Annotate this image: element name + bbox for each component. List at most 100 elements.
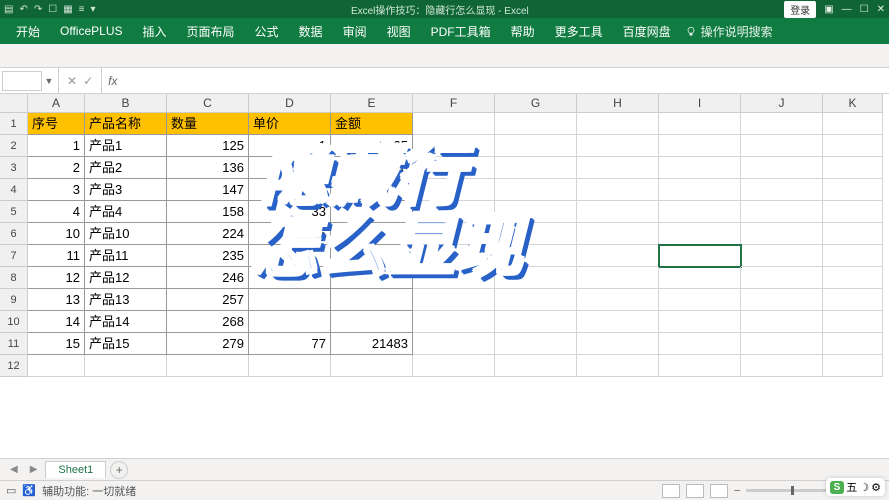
cell[interactable]	[577, 333, 659, 355]
cell[interactable]	[741, 223, 823, 245]
cell[interactable]	[659, 355, 741, 377]
cell[interactable]	[331, 245, 413, 267]
ribbon-tab-baidu[interactable]: 百度网盘	[613, 19, 681, 44]
cell[interactable]	[249, 311, 331, 333]
cell[interactable]	[413, 333, 495, 355]
minimize-icon[interactable]: —	[842, 4, 852, 15]
zoom-slider[interactable]	[746, 489, 836, 492]
sheet-nav-next-icon[interactable]: ▶	[26, 464, 42, 475]
save-icon[interactable]: ▤	[4, 4, 13, 15]
ribbon-display-icon[interactable]: ▣	[824, 4, 833, 15]
ribbon-tab-home[interactable]: 开始	[6, 19, 50, 44]
cell[interactable]	[741, 135, 823, 157]
cell[interactable]	[823, 289, 883, 311]
cell[interactable]	[659, 223, 741, 245]
cell[interactable]	[85, 355, 167, 377]
cell[interactable]	[495, 311, 577, 333]
header-cell[interactable]: 单价	[249, 113, 331, 135]
cell[interactable]	[495, 179, 577, 201]
cell[interactable]	[659, 135, 741, 157]
zoom-out-icon[interactable]: −	[734, 485, 740, 497]
ribbon-tab-help[interactable]: 帮助	[501, 19, 545, 44]
cell[interactable]: 11	[28, 245, 85, 267]
col-header[interactable]: I	[659, 94, 741, 113]
cell[interactable]	[577, 223, 659, 245]
cell[interactable]: 235	[167, 245, 249, 267]
cell[interactable]	[577, 267, 659, 289]
cell[interactable]	[167, 355, 249, 377]
ribbon-tab-view[interactable]: 视图	[377, 19, 421, 44]
cell[interactable]	[659, 179, 741, 201]
cell[interactable]	[413, 179, 495, 201]
cell[interactable]: 13	[28, 289, 85, 311]
cell[interactable]	[577, 135, 659, 157]
header-cell[interactable]: 产品名称	[85, 113, 167, 135]
cell[interactable]	[823, 157, 883, 179]
ribbon-tab-layout[interactable]: 页面布局	[177, 19, 245, 44]
name-box[interactable]	[2, 71, 42, 91]
cell[interactable]	[577, 245, 659, 267]
page-break-view-icon[interactable]	[710, 484, 728, 498]
cell[interactable]	[495, 267, 577, 289]
row-header[interactable]: 8	[0, 267, 28, 289]
cell[interactable]	[331, 201, 413, 223]
print-icon[interactable]: ▦	[63, 4, 72, 15]
cell[interactable]	[577, 201, 659, 223]
col-header[interactable]: J	[741, 94, 823, 113]
cell[interactable]	[659, 289, 741, 311]
cell[interactable]	[577, 157, 659, 179]
cell[interactable]	[413, 113, 495, 135]
col-header[interactable]: E	[331, 94, 413, 113]
ribbon-tab-data[interactable]: 数据	[289, 19, 333, 44]
touch-icon[interactable]: ☐	[48, 4, 57, 15]
add-sheet-button[interactable]: +	[110, 461, 128, 479]
cell[interactable]: 5	[249, 223, 331, 245]
cell[interactable]: 25	[249, 157, 331, 179]
cell[interactable]: 产品11	[85, 245, 167, 267]
row-header[interactable]: 10	[0, 311, 28, 333]
cell[interactable]	[331, 267, 413, 289]
sheet-nav-prev-icon[interactable]: ◀	[6, 464, 22, 475]
cell[interactable]: 246	[167, 267, 249, 289]
cell[interactable]	[413, 311, 495, 333]
cell[interactable]	[577, 113, 659, 135]
cell[interactable]: 3400	[331, 157, 413, 179]
cell[interactable]	[741, 245, 823, 267]
cell[interactable]	[823, 113, 883, 135]
tell-me[interactable]: 操作说明搜索	[685, 23, 773, 40]
header-cell[interactable]: 序号	[28, 113, 85, 135]
cell[interactable]	[413, 201, 495, 223]
cell[interactable]	[823, 333, 883, 355]
select-all-corner[interactable]	[0, 94, 28, 113]
cell[interactable]	[495, 113, 577, 135]
close-icon[interactable]: ✕	[877, 4, 885, 15]
cell[interactable]	[495, 289, 577, 311]
name-box-dropdown-icon[interactable]: ▼	[42, 76, 56, 86]
cell[interactable]: 产品15	[85, 333, 167, 355]
cell[interactable]: 21	[249, 135, 331, 157]
cell[interactable]	[495, 157, 577, 179]
cell[interactable]: 224	[167, 223, 249, 245]
row-header[interactable]: 7	[0, 245, 28, 267]
cell[interactable]: 15	[28, 333, 85, 355]
cell[interactable]: 21483	[331, 333, 413, 355]
cell[interactable]: 2625	[331, 135, 413, 157]
cell[interactable]: 12	[28, 267, 85, 289]
accessibility-icon[interactable]: ♿	[22, 484, 36, 497]
cell[interactable]	[249, 289, 331, 311]
cell[interactable]	[495, 201, 577, 223]
col-header[interactable]: G	[495, 94, 577, 113]
cell[interactable]: 147	[167, 179, 249, 201]
cell[interactable]: 1	[28, 135, 85, 157]
cell[interactable]	[823, 245, 883, 267]
ribbon-tab-review[interactable]: 审阅	[333, 19, 377, 44]
cell[interactable]	[577, 355, 659, 377]
undo-icon[interactable]: ↶	[19, 4, 27, 15]
col-header[interactable]: B	[85, 94, 167, 113]
cell[interactable]: 产品2	[85, 157, 167, 179]
cancel-icon[interactable]: ✕	[67, 74, 77, 88]
cell[interactable]	[413, 289, 495, 311]
cell[interactable]	[331, 311, 413, 333]
cell[interactable]	[659, 113, 741, 135]
row-header[interactable]: 4	[0, 179, 28, 201]
